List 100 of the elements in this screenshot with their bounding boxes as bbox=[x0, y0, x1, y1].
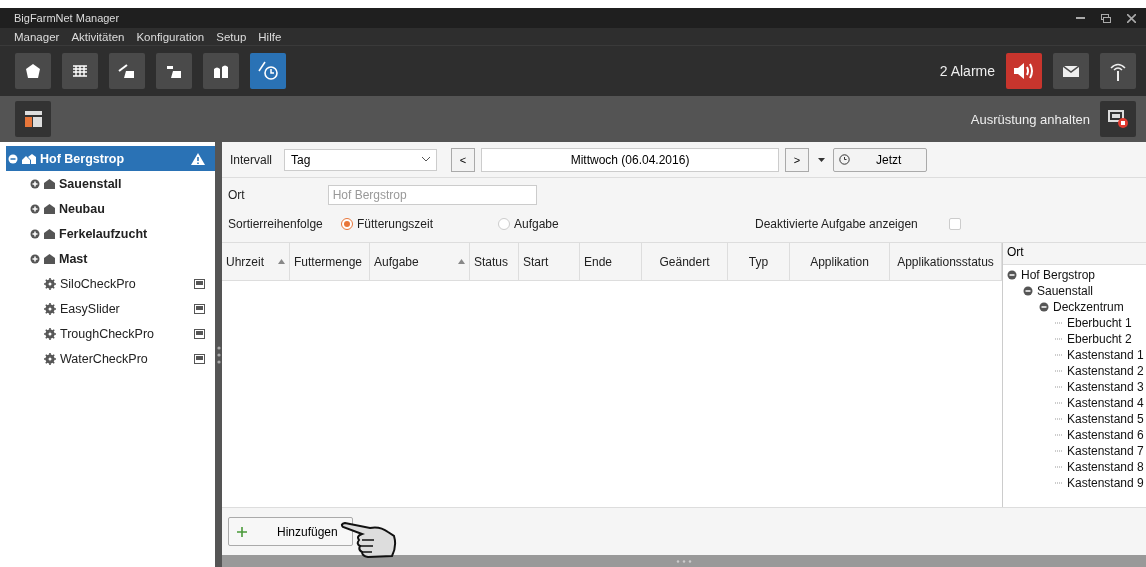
house-icon bbox=[44, 253, 55, 264]
tree-item[interactable]: Kastenstand 9 bbox=[1003, 475, 1146, 491]
monitor-icon bbox=[194, 353, 205, 364]
close-icon[interactable] bbox=[1127, 13, 1136, 23]
expand-icon[interactable] bbox=[30, 228, 40, 239]
tree-line-icon bbox=[1055, 370, 1063, 372]
menu-item[interactable]: Manager bbox=[14, 30, 60, 43]
tree-line-icon bbox=[1055, 354, 1063, 356]
house-icon bbox=[44, 203, 55, 214]
column-header[interactable]: Aufgabe bbox=[370, 243, 470, 280]
previous-button[interactable]: < bbox=[451, 147, 476, 172]
tree-item[interactable]: EasySlider bbox=[6, 296, 215, 321]
add-button[interactable]: Hinzufügen bbox=[228, 517, 353, 546]
column-header[interactable]: Typ bbox=[728, 243, 790, 280]
expand-icon[interactable] bbox=[30, 178, 40, 189]
mail-icon bbox=[1063, 65, 1079, 77]
chevron-down-icon bbox=[422, 157, 431, 162]
column-header[interactable]: Status bbox=[470, 243, 519, 280]
location-tree-header: Ort bbox=[1003, 243, 1146, 265]
collapse-icon[interactable] bbox=[1023, 286, 1033, 296]
gear-icon bbox=[44, 327, 56, 340]
tree-item[interactable]: Kastenstand 8 bbox=[1003, 459, 1146, 475]
menu-item[interactable]: Aktivitäten bbox=[71, 30, 125, 43]
layout-button[interactable] bbox=[15, 101, 51, 137]
message-button[interactable] bbox=[1053, 53, 1089, 89]
house-icon bbox=[44, 178, 55, 189]
menu-item[interactable]: Hilfe bbox=[258, 30, 282, 43]
tree-item[interactable]: Deckzentrum bbox=[1003, 299, 1146, 315]
tree-item[interactable]: Kastenstand 1 bbox=[1003, 347, 1146, 363]
toolbar-button[interactable] bbox=[62, 53, 98, 89]
tree-item[interactable]: SiloCheckPro bbox=[6, 271, 215, 296]
tree-line-icon bbox=[1055, 402, 1063, 404]
toolbar-button[interactable] bbox=[250, 53, 286, 89]
tree-item[interactable]: Sauenstall bbox=[6, 171, 215, 196]
tree-item[interactable]: Hof Bergstrop bbox=[1003, 267, 1146, 283]
date-field[interactable]: Mittwoch (06.04.2016) bbox=[481, 147, 780, 172]
next-button[interactable]: > bbox=[785, 147, 810, 172]
toolbar-button[interactable] bbox=[15, 53, 51, 89]
alarm-button[interactable] bbox=[1006, 53, 1042, 89]
tree-line-icon bbox=[1055, 482, 1063, 484]
tree-line-icon bbox=[1055, 450, 1063, 452]
deactivated-tasks-checkbox[interactable] bbox=[948, 218, 961, 230]
tree-item[interactable]: Kastenstand 3 bbox=[1003, 379, 1146, 395]
column-header[interactable]: Uhrzeit bbox=[222, 243, 290, 280]
tree-item[interactable]: Kastenstand 4 bbox=[1003, 395, 1146, 411]
window-title: BigFarmNet Manager bbox=[14, 12, 120, 24]
tree-item[interactable]: Eberbucht 1 bbox=[1003, 315, 1146, 331]
clock-icon bbox=[839, 154, 851, 165]
toolbar-button[interactable] bbox=[203, 53, 239, 89]
column-header[interactable]: Geändert bbox=[642, 243, 728, 280]
now-button[interactable]: Jetzt bbox=[833, 147, 928, 172]
monitor-icon bbox=[194, 303, 205, 314]
column-header[interactable]: Futtermenge bbox=[290, 243, 370, 280]
expand-icon[interactable] bbox=[30, 203, 40, 214]
tree-item[interactable]: Mast bbox=[6, 246, 215, 271]
column-header[interactable]: Start bbox=[519, 243, 580, 280]
sort-arrow-icon bbox=[278, 259, 285, 264]
tree-item[interactable]: Kastenstand 7 bbox=[1003, 443, 1146, 459]
collapse-icon[interactable] bbox=[1039, 302, 1049, 312]
collapse-icon[interactable] bbox=[1007, 270, 1017, 280]
tree-item[interactable]: Hof Bergstrop bbox=[6, 146, 215, 171]
resize-grip-icon[interactable] bbox=[676, 559, 692, 563]
sort-radio[interactable]: Fütterungszeit bbox=[341, 217, 498, 231]
tree-line-icon bbox=[1055, 434, 1063, 436]
tree-item[interactable]: Sauenstall bbox=[1003, 283, 1146, 299]
tree-item[interactable]: Kastenstand 2 bbox=[1003, 363, 1146, 379]
location-label: Ort bbox=[228, 188, 245, 202]
tree-item[interactable]: Ferkelaufzucht bbox=[6, 221, 215, 246]
monitor-icon bbox=[194, 328, 205, 339]
tree-item[interactable]: WaterCheckPro bbox=[6, 346, 215, 371]
splitter-grip-icon[interactable] bbox=[216, 345, 221, 364]
tree-line-icon bbox=[1055, 466, 1063, 468]
stop-equipment-button[interactable] bbox=[1100, 101, 1136, 137]
toolbar-button[interactable] bbox=[109, 53, 145, 89]
location-field[interactable]: Hof Bergstrop bbox=[327, 185, 537, 205]
collapse-icon[interactable] bbox=[8, 153, 18, 164]
house-icon bbox=[44, 228, 55, 239]
menu-item[interactable]: Konfiguration bbox=[136, 30, 205, 43]
tree-item[interactable]: Kastenstand 5 bbox=[1003, 411, 1146, 427]
plus-icon bbox=[237, 526, 247, 537]
sort-radio[interactable]: Aufgabe bbox=[498, 217, 755, 231]
restore-icon[interactable] bbox=[1101, 13, 1111, 23]
antenna-icon bbox=[1109, 61, 1127, 81]
tree-item[interactable]: Eberbucht 2 bbox=[1003, 331, 1146, 347]
menu-item[interactable]: Setup bbox=[216, 30, 247, 43]
sort-order-label: Sortierreihenfolge bbox=[228, 217, 324, 231]
expand-icon[interactable] bbox=[30, 253, 40, 264]
column-header[interactable]: Applikation bbox=[790, 243, 890, 280]
gear-icon bbox=[44, 352, 56, 365]
tree-item[interactable]: TroughCheckPro bbox=[6, 321, 215, 346]
column-header[interactable]: Ende bbox=[580, 243, 642, 280]
tree-item[interactable]: Kastenstand 6 bbox=[1003, 427, 1146, 443]
interval-dropdown[interactable]: Tag bbox=[284, 148, 438, 171]
stop-equipment-label: Ausrüstung anhalten bbox=[970, 111, 1090, 127]
stop-device-icon bbox=[1108, 110, 1128, 128]
tree-item[interactable]: Neubau bbox=[6, 196, 215, 221]
caret-icon bbox=[817, 157, 825, 162]
toolbar-button[interactable] bbox=[156, 53, 192, 89]
connection-button[interactable] bbox=[1100, 53, 1136, 89]
column-header[interactable]: Applikationsstatus bbox=[890, 243, 1002, 280]
